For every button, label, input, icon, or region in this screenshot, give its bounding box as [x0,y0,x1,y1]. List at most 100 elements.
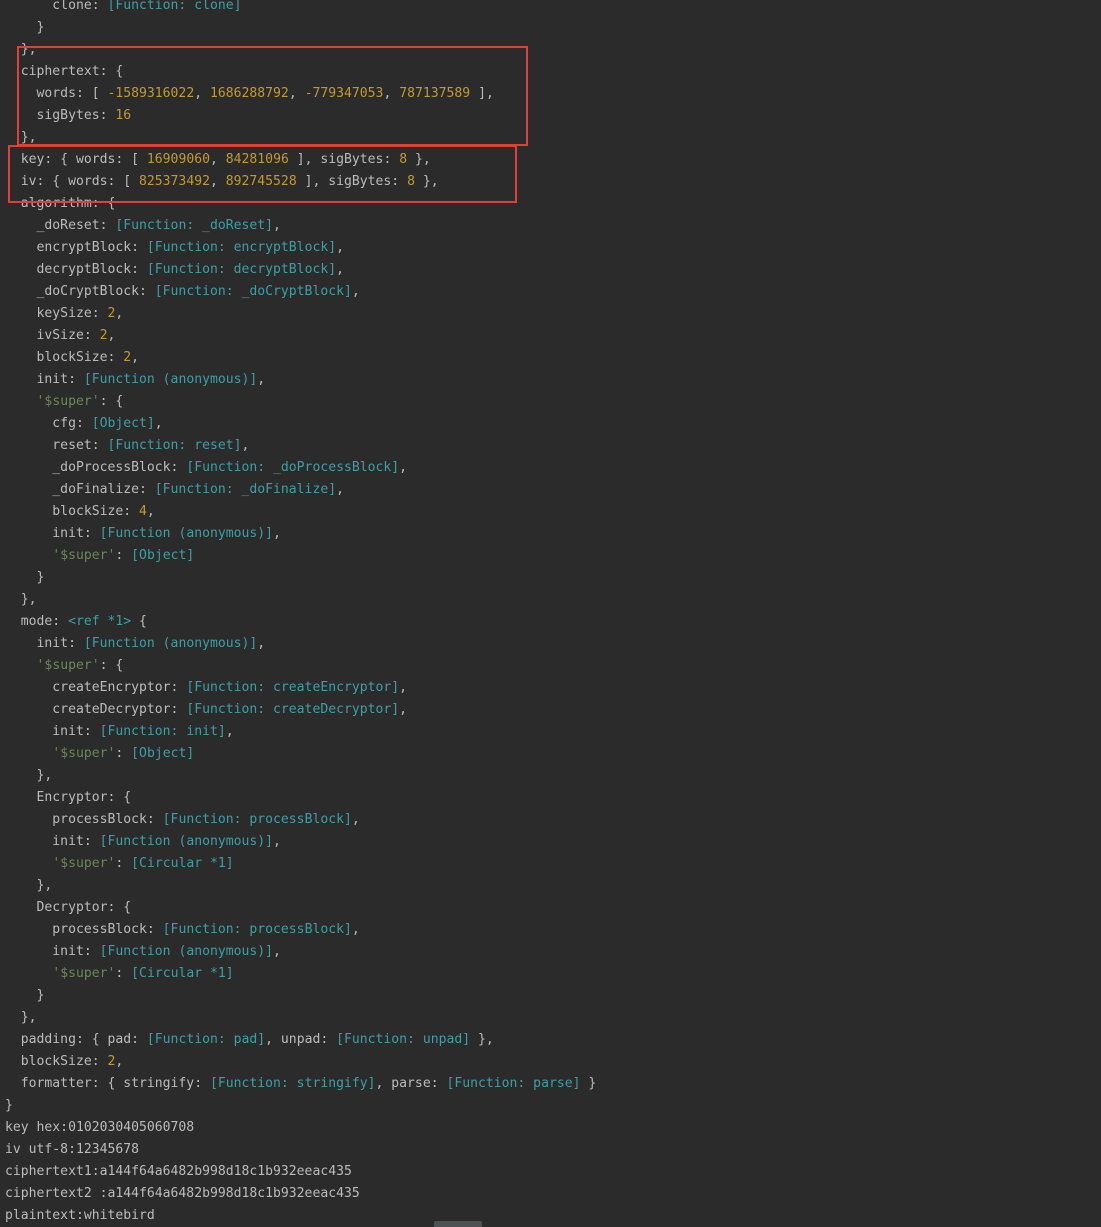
plain-token: } [5,20,45,35]
plain-token: , [115,306,124,321]
plain-token: _doReset: [5,218,116,233]
plain-token: ciphertext: { [5,64,124,79]
number-token: 4 [139,504,147,519]
function-token: [Function: clone] [107,0,242,13]
number-token: 16 [115,108,132,123]
plain-token: , [399,680,408,695]
plain-token: , [336,240,344,255]
plain-token: , [288,86,305,101]
console-line: init: [Function (anonymous)], [5,633,266,655]
console-line: '$super': [Object] [5,545,194,567]
function-token: [Function (anonymous)] [83,372,258,387]
plain-token: ], sigBytes: [288,152,400,167]
plain-token: : { [99,658,124,673]
console-line: words: [ -1589316022, 1686288792, -77934… [5,83,494,105]
horizontal-scrollbar-thumb[interactable] [434,1221,482,1227]
number-token: 16909060 [146,152,210,167]
plain-token: , [107,328,116,343]
plain-token: , unpad: [265,1032,337,1047]
plain-token: } [5,988,45,1003]
plain-token: iv utf-8:12345678 [5,1142,140,1157]
function-token: [Function: createEncryptor] [186,680,400,695]
plain-token: , [399,702,408,717]
function-token: <ref *1> [68,614,132,629]
console-line: _doCryptBlock: [Function: _doCryptBlock]… [5,281,360,303]
plain-token: createEncryptor: [5,680,187,695]
console-line: }, [5,875,53,897]
plain-token: , [383,86,400,101]
plain-token: blockSize: [5,504,140,519]
plain-token: , [154,416,163,431]
console-line: '$super': [Object] [5,743,194,765]
function-token: [Function: processBlock] [162,812,352,827]
function-token: [Function: pad] [146,1032,266,1047]
console-line: init: [Function (anonymous)], [5,831,281,853]
function-token: [Function: decryptBlock] [146,262,337,277]
plain-token: ], sigBytes: [296,174,408,189]
function-token: [Function: _doProcessBlock] [186,460,400,475]
console-line: Decryptor: { [5,897,132,919]
plain-token: blockSize: [5,1054,108,1069]
plain-token: words: [ [5,86,108,101]
plain-token: algorithm: { [5,196,116,211]
plain-token: keySize: [5,306,108,321]
plain-token: clone: [5,0,108,13]
console-line: ciphertext2 :a144f64a6482b998d18c1b932ee… [5,1183,360,1205]
plain-token: { [131,614,147,629]
plain-token: , [399,460,408,475]
console-line: reset: [Function: reset], [5,435,249,457]
console-line: key: { words: [ 16909060, 84281096 ], si… [5,149,431,171]
number-token: -1589316022 [107,86,195,101]
plain-token: , [351,922,360,937]
plain-token: , [351,812,360,827]
number-token: 787137589 [399,86,471,101]
console-line: processBlock: [Function: processBlock], [5,809,360,831]
console-line: algorithm: { [5,193,116,215]
plain-token: _doCryptBlock: [5,284,155,299]
plain-token: init: [5,944,100,959]
plain-token: , [115,1054,124,1069]
plain-token: } [5,1098,13,1113]
console-line: } [5,985,45,1007]
plain-token: ivSize: [5,328,100,343]
function-token: [Circular *1] [131,856,234,871]
plain-token: init: [5,636,84,651]
function-token: [Function: stringify] [209,1076,376,1091]
plain-token: key hex:0102030405060708 [5,1120,195,1135]
console-line: init: [Function (anonymous)], [5,369,266,391]
console-line: blockSize: 4, [5,501,155,523]
plain-token: , [273,834,281,849]
plain-token: , [209,152,226,167]
console-line: sigBytes: 16 [5,105,132,127]
function-token: [Object] [131,746,195,761]
function-token: [Function: unpad] [336,1032,471,1047]
plain-token: processBlock: [5,922,163,937]
plain-token: } [580,1076,597,1091]
plain-token: Encryptor: { [5,790,132,805]
function-token: [Function: _doFinalize] [154,482,337,497]
string-token: '$super' [36,658,100,673]
console-line: blockSize: 2, [5,1051,124,1073]
plain-token: init: [5,372,84,387]
console-line: } [5,1095,13,1117]
number-token: 84281096 [225,152,289,167]
plain-token: : [115,856,132,871]
plain-token: , [273,944,281,959]
plain-token: }, [5,768,53,783]
plain-token: }, [5,1010,37,1025]
plain-token: }, [5,42,37,57]
function-token: [Function: createDecryptor] [186,702,400,717]
plain-token: decryptBlock: [5,262,147,277]
plain-token: }, [5,878,53,893]
function-token: [Function: processBlock] [162,922,352,937]
console-line: Encryptor: { [5,787,132,809]
plain-token: : { [99,394,124,409]
string-token: '$super' [36,394,100,409]
console-line: } [5,17,45,39]
function-token: [Function: encryptBlock] [146,240,337,255]
function-token: [Function (anonymous)] [99,944,274,959]
string-token: '$super' [52,856,116,871]
